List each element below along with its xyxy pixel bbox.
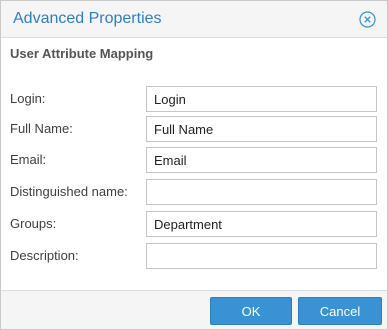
ok-button[interactable]: OK	[210, 297, 292, 325]
distinguished-name-label: Distinguished name:	[10, 184, 128, 199]
section-title: User Attribute Mapping	[10, 46, 154, 61]
full-name-label: Full Name:	[10, 121, 73, 136]
distinguished-name-input[interactable]	[146, 179, 377, 205]
distinguished-name-row: Distinguished name:	[1, 179, 387, 205]
login-input[interactable]	[146, 86, 377, 112]
close-icon[interactable]	[359, 11, 376, 28]
description-label: Description:	[10, 248, 79, 263]
email-row: Email:	[1, 147, 387, 173]
cancel-button[interactable]: Cancel	[298, 297, 382, 325]
groups-row: Groups:	[1, 211, 387, 237]
login-label: Login:	[10, 91, 46, 106]
groups-label: Groups:	[10, 216, 57, 231]
description-input[interactable]	[146, 243, 377, 269]
groups-input[interactable]	[146, 211, 377, 237]
dialog-footer: OK Cancel	[1, 291, 387, 329]
dialog-title: Advanced Properties	[13, 10, 162, 27]
login-row: Login:	[1, 86, 387, 112]
full-name-input[interactable]	[146, 116, 377, 142]
advanced-properties-dialog: Advanced Properties User Attribute Mappi…	[0, 0, 388, 330]
dialog-titlebar: Advanced Properties	[1, 1, 387, 37]
description-row: Description:	[1, 243, 387, 269]
email-input[interactable]	[146, 147, 377, 173]
email-label: Email:	[10, 152, 47, 167]
attribute-mapping-panel: User Attribute Mapping Login: Full Name:…	[1, 37, 387, 291]
full-name-row: Full Name:	[1, 116, 387, 142]
